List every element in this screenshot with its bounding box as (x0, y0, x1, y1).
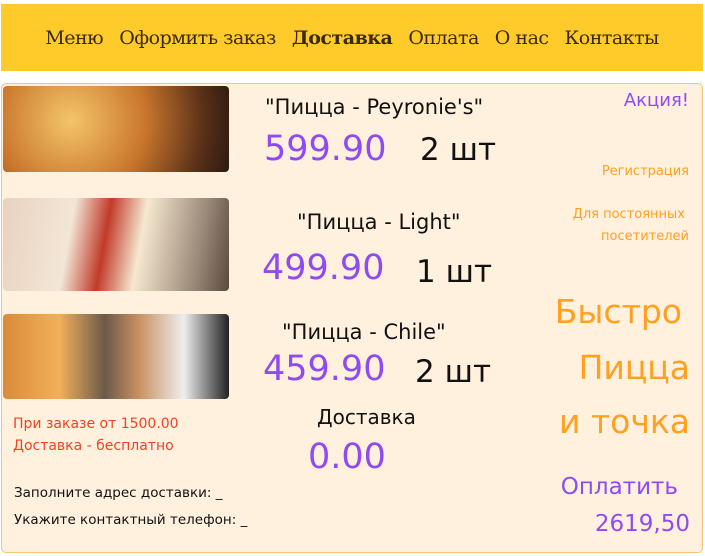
item-price: 599.90 (264, 129, 387, 169)
nav-contacts[interactable]: Контакты (565, 27, 660, 49)
item-name: "Пицца - Light" (297, 210, 461, 234)
delivery-price: 0.00 (308, 437, 386, 477)
free-delivery-line1: При заказе от 1500.00 (13, 416, 179, 432)
slogan-3: и точка (558, 402, 690, 441)
pizza-image-2 (3, 198, 229, 291)
register-link[interactable]: Регистрация (602, 164, 689, 179)
slogan-2: Пицца (578, 348, 690, 387)
pizza-image-1 (3, 86, 229, 172)
nav-order[interactable]: Оформить заказ (119, 27, 276, 49)
nav-delivery[interactable]: Доставка (292, 27, 393, 49)
free-delivery-line2: Доставка - бесплатно (13, 438, 174, 454)
nav-payment[interactable]: Оплата (408, 27, 479, 49)
item-price: 459.90 (263, 349, 386, 389)
nav-menu[interactable]: Меню (45, 27, 103, 49)
nav-about[interactable]: О нас (495, 27, 549, 49)
pizza-image-3 (3, 314, 229, 399)
order-total: 2619,50 (594, 511, 690, 537)
slogan-1: Быстро (554, 292, 682, 331)
item-name: "Пицца - Chile" (282, 320, 446, 344)
delivery-label: Доставка (317, 405, 416, 429)
item-name: "Пицца - Peyronie's" (265, 95, 484, 119)
order-panel: "Пицца - Peyronie's" 599.90 2 шт "Пицца … (1, 83, 703, 553)
top-nav: Меню Оформить заказ Доставка Оплата О на… (1, 4, 703, 71)
regular-line1[interactable]: Для постоянных (573, 207, 685, 222)
item-qty[interactable]: 2 шт (415, 354, 491, 390)
pay-button[interactable]: Оплатить (561, 474, 678, 500)
promo-title[interactable]: Акция! (624, 90, 689, 111)
item-price: 499.90 (262, 248, 385, 288)
address-field[interactable]: Заполните адрес доставки: _ (14, 485, 223, 501)
regular-line2[interactable]: посетителей (601, 229, 689, 244)
item-qty[interactable]: 2 шт (420, 132, 496, 168)
phone-field[interactable]: Укажите контактный телефон: _ (14, 512, 247, 528)
item-qty[interactable]: 1 шт (416, 254, 492, 290)
